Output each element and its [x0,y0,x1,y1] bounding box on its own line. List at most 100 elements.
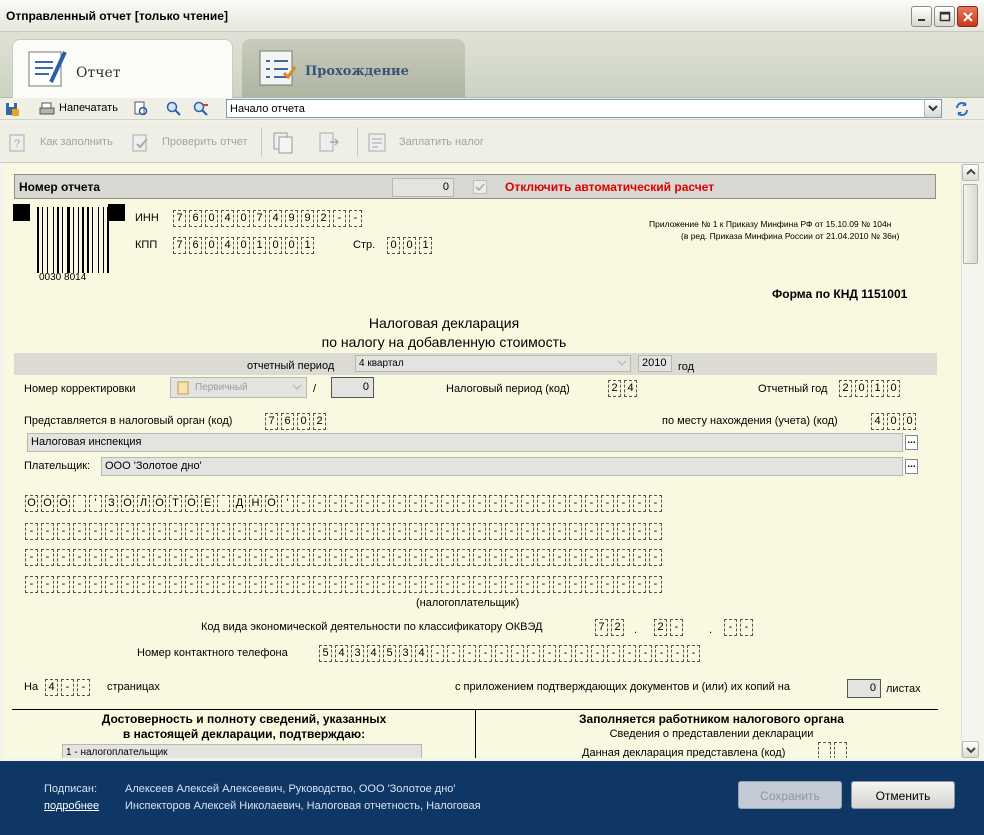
auto-calc-checkbox[interactable] [473,180,487,194]
char-cell: - [153,576,166,593]
char-cell: Н [249,495,262,512]
char-cell: - [553,576,566,593]
char-cell: О [57,495,70,512]
char-cell: 0 [205,237,218,254]
report-number-bar: Номер отчета 0 Отключить автоматический … [14,174,936,199]
save-button[interactable]: Сохранить [738,781,842,809]
char-cell: - [425,576,438,593]
char-cell: - [297,495,310,512]
barcode-bar [67,207,70,273]
export-document-icon[interactable] [318,131,340,152]
char-cell: 0 [887,380,900,397]
tab-report[interactable]: Отчет [12,39,233,98]
char-cell: - [670,619,683,636]
char-cell: - [489,549,502,566]
vertical-scrollbar[interactable] [961,164,979,758]
char-cell: - [553,549,566,566]
attach-documents-icon[interactable] [272,131,293,154]
navigation-select-value: Начало отчета [230,103,305,115]
inspector-subheading: Сведения о представлении декларации [609,728,814,740]
char-cell: - [425,549,438,566]
char-cell: - [521,495,534,512]
char-cell: - [505,549,518,566]
barcode: 0030 8014 [13,204,128,284]
char-cell: - [121,576,134,593]
char-cell: - [441,576,454,593]
char-cell: - [329,495,342,512]
payer-browse-button[interactable]: ... [905,459,918,474]
taxpayer-caption: (налогоплательщик) [416,597,520,609]
okved-dot-1: . [634,624,638,636]
char-cell: - [361,495,374,512]
signer-2: Инспекторов Алексей Николаевич, Налогова… [125,800,481,812]
scroll-thumb[interactable] [963,184,978,264]
correction-type-select[interactable]: Первичный [170,377,307,398]
char-cell: - [313,549,326,566]
char-cell: 2 [654,619,667,636]
char-cell: 4 [45,679,58,696]
okved-label: Код вида экономической деятельности по к… [201,621,543,633]
how-to-fill-button[interactable]: Как заполнить [40,136,113,148]
more-details-link[interactable]: подробнее [44,800,99,812]
period-select[interactable]: 4 квартал [355,355,631,372]
refresh-icon[interactable] [954,101,970,117]
confirm-select[interactable]: 1 - налогоплательщик [62,744,422,758]
barcode-bar [92,207,93,273]
declaration-form: Номер отчета 0 Отключить автоматический … [4,164,960,758]
char-cell: - [521,549,534,566]
char-cell: - [447,645,460,662]
char-cell: - [505,495,518,512]
minimize-button[interactable] [911,6,932,27]
char-cell: - [265,549,278,566]
maximize-button[interactable] [934,6,955,27]
print-button[interactable]: Напечатать [59,102,118,114]
zoom-out-icon[interactable] [193,101,209,117]
scroll-up-button[interactable] [962,164,979,181]
navigation-select[interactable]: Начало отчета [226,99,942,118]
barcode-bar [37,207,39,273]
char-cell: - [185,576,198,593]
printer-icon[interactable] [39,101,55,117]
char-cell: - [425,523,438,540]
scroll-down-button[interactable] [962,741,979,758]
tax-organ-browse-button[interactable]: ... [905,435,918,450]
cancel-button[interactable]: Отменить [851,781,955,809]
attached-docs-field[interactable]: 0 [847,679,881,698]
char-cell: 9 [301,210,314,227]
payer-field[interactable]: ООО 'Золотое дно' [101,457,903,476]
char-cell: - [543,645,556,662]
char-cell: - [377,576,390,593]
char-cell: - [457,549,470,566]
char-cell: 0 [903,413,916,430]
tab-progress[interactable]: Прохождение [242,39,465,98]
char-cell: Д [233,495,246,512]
document-icon [177,381,189,402]
char-cell: 0 [855,380,868,397]
report-number-field[interactable]: 0 [392,178,454,197]
year-field[interactable]: 2010 [638,355,672,372]
payer-name-row-3: ---------------------------------------- [25,549,665,566]
check-report-button[interactable]: Проверить отчет [162,136,248,148]
chevron-down-icon[interactable] [615,356,630,371]
zoom-in-icon[interactable] [166,101,182,117]
correction-number-field[interactable]: 0 [331,377,374,398]
pay-tax-button[interactable]: Заплатить налог [399,136,484,148]
char-cell: - [297,523,310,540]
close-button[interactable] [957,6,978,27]
tax-organ-name-field[interactable]: Налоговая инспекция [27,433,903,452]
chevron-down-icon[interactable] [924,100,941,117]
print-preview-icon[interactable] [133,101,149,117]
report-number-label: Номер отчета [19,180,100,194]
char-cell: - [569,576,582,593]
barcode-bar [62,207,63,273]
char-cell: - [281,523,294,540]
char-cell: - [345,523,358,540]
payer-label: Плательщик: [24,460,91,472]
char-cell: - [393,549,406,566]
char-cell: - [601,576,614,593]
char-cell: - [249,523,262,540]
save-copy-icon[interactable] [4,101,20,117]
char-cell: 1 [871,380,884,397]
chevron-down-icon[interactable] [289,379,306,396]
char-cell: - [585,576,598,593]
